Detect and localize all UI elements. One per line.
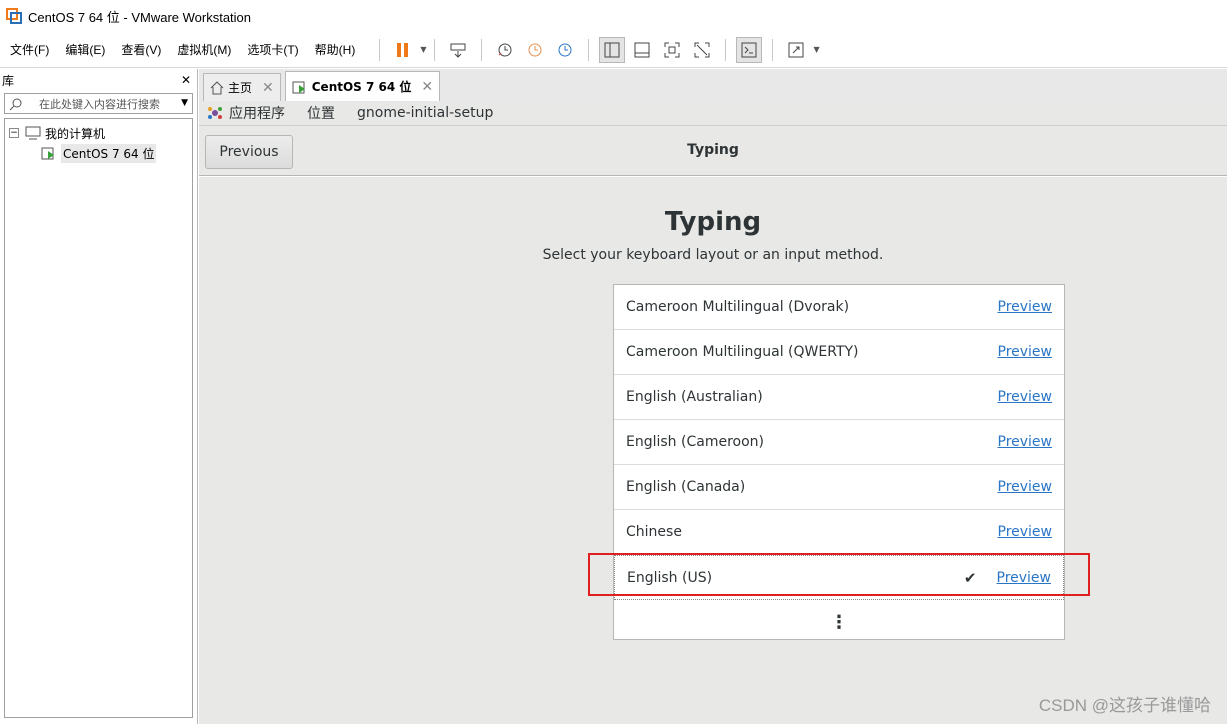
- vmware-logo-icon: [6, 8, 22, 24]
- collapse-icon[interactable]: −: [9, 128, 19, 138]
- tree-item-vm[interactable]: CentOS 7 64 位: [9, 143, 188, 163]
- close-icon[interactable]: ✕: [181, 73, 191, 87]
- setup-content: Typing Select your keyboard layout or an…: [199, 177, 1227, 724]
- tab-label: CentOS 7 64 位: [311, 80, 412, 94]
- clock-snapshot-icon: [498, 43, 512, 56]
- annotation-highlight-box: [588, 553, 1090, 596]
- library-search-placeholder: 在此处键入内容进行搜索: [39, 97, 160, 111]
- layout-row[interactable]: English (Australian) Preview: [614, 375, 1064, 420]
- library-tree: − 我的计算机 CentOS 7 64 位: [4, 118, 193, 718]
- applications-menu[interactable]: 应用程序: [229, 103, 285, 123]
- preview-link[interactable]: Preview: [998, 389, 1053, 405]
- pause-icon: [397, 42, 409, 57]
- full-screen-button[interactable]: [659, 37, 685, 63]
- preview-link[interactable]: Preview: [998, 434, 1053, 450]
- stretch-icon: [788, 42, 804, 57]
- toolbar-separator: [725, 38, 727, 61]
- preview-link[interactable]: Preview: [998, 344, 1053, 360]
- snapshot-manager-button[interactable]: [552, 37, 578, 63]
- revert-snapshot-button[interactable]: [522, 37, 548, 63]
- layout-row[interactable]: English (Canada) Preview: [614, 465, 1064, 510]
- layout-name: English (Cameroon): [626, 434, 764, 450]
- library-header: 库 ✕: [0, 69, 197, 91]
- terminal-icon: [741, 42, 757, 57]
- layout-name: Cameroon Multilingual (QWERTY): [626, 344, 859, 360]
- menu-help[interactable]: 帮助(H): [315, 41, 356, 58]
- more-layouts-button[interactable]: ⋮: [614, 600, 1064, 645]
- toolbar-separator: [772, 38, 774, 61]
- preview-link[interactable]: Preview: [998, 479, 1053, 495]
- search-icon: [9, 98, 22, 110]
- page-title: Typing: [664, 207, 762, 237]
- sidebar-layout-icon: [604, 42, 620, 57]
- library-pane: 库 ✕ 在此处键入内容进行搜索 ▼ − 我的计算机 CentOS 7 64 位: [0, 69, 198, 724]
- layout-row[interactable]: Cameroon Multilingual (Dvorak) Preview: [614, 285, 1064, 330]
- header-title: Typing: [687, 142, 739, 158]
- tab-label: 主页: [228, 81, 253, 95]
- window-titlebar: CentOS 7 64 位 - VMware Workstation: [0, 0, 1227, 32]
- page-subtitle: Select your keyboard layout or an input …: [542, 247, 884, 263]
- layout-name: Cameroon Multilingual (Dvorak): [626, 299, 850, 315]
- toolbar-separator: [434, 38, 436, 61]
- unity-icon: [694, 42, 710, 57]
- vm-running-icon: [292, 81, 305, 93]
- setup-header-bar: Previous Typing: [199, 126, 1227, 176]
- pause-button[interactable]: [390, 37, 416, 63]
- menu-edit[interactable]: 编辑(E): [65, 41, 105, 58]
- layout-name: English (Australian): [626, 389, 763, 405]
- library-search-input[interactable]: 在此处键入内容进行搜索 ▼: [4, 93, 193, 114]
- snapshot-button[interactable]: [492, 37, 518, 63]
- active-window-label[interactable]: gnome-initial-setup: [357, 105, 493, 121]
- layout-row[interactable]: Chinese Preview: [614, 510, 1064, 555]
- bottom-panel-icon: [634, 42, 650, 57]
- send-keys-button[interactable]: [445, 37, 471, 63]
- layout-name: English (Canada): [626, 479, 746, 495]
- vm-running-icon: [41, 147, 54, 160]
- tree-item-my-computer[interactable]: − 我的计算机: [9, 123, 188, 143]
- close-icon[interactable]: ✕: [262, 80, 274, 96]
- window-title: CentOS 7 64 位 - VMware Workstation: [28, 9, 252, 25]
- menu-view[interactable]: 查看(V): [121, 41, 161, 58]
- unity-button[interactable]: [689, 37, 715, 63]
- menu-tabs[interactable]: 选项卡(T): [247, 41, 298, 58]
- gnome-top-bar: 应用程序 位置 gnome-initial-setup: [199, 101, 1227, 126]
- watermark: CSDN @这孩子谁懂哈: [1038, 696, 1211, 715]
- menu-bar: 文件(F) 编辑(E) 查看(V) 虚拟机(M) 选项卡(T) 帮助(H) ▼ …: [0, 32, 1227, 68]
- toolbar-separator: [481, 38, 483, 61]
- keyboard-send-icon: [450, 43, 466, 58]
- menu-file[interactable]: 文件(F): [10, 41, 49, 58]
- preview-link[interactable]: Preview: [998, 524, 1053, 540]
- home-icon: [210, 80, 224, 94]
- chevron-down-icon[interactable]: ▼: [420, 45, 426, 54]
- layout-row[interactable]: Cameroon Multilingual (QWERTY) Preview: [614, 330, 1064, 375]
- preview-link[interactable]: Preview: [998, 299, 1053, 315]
- tab-centos[interactable]: CentOS 7 64 位 ✕: [284, 71, 441, 101]
- layout-name: Chinese: [626, 524, 682, 540]
- gnome-foot-icon: [208, 107, 222, 119]
- layout-row[interactable]: English (Cameroon) Preview: [614, 420, 1064, 465]
- console-view-button[interactable]: [736, 36, 763, 63]
- toolbar-separator: [588, 38, 590, 61]
- computer-icon: [25, 126, 41, 140]
- show-library-button[interactable]: [599, 36, 626, 63]
- tab-home[interactable]: 主页 ✕: [203, 73, 281, 101]
- chevron-down-icon[interactable]: ▼: [181, 98, 188, 108]
- thumbnail-bar-button[interactable]: [629, 37, 655, 63]
- menu-vm[interactable]: 虚拟机(M): [177, 41, 231, 58]
- places-menu[interactable]: 位置: [307, 103, 335, 123]
- tree-item-label: 我的计算机: [45, 126, 106, 141]
- chevron-down-icon[interactable]: ▼: [813, 45, 819, 54]
- stretch-button[interactable]: [783, 37, 809, 63]
- close-icon[interactable]: ✕: [421, 79, 433, 95]
- tree-item-label: CentOS 7 64 位: [61, 143, 157, 163]
- toolbar-separator: [379, 38, 381, 61]
- clock-revert-icon: [528, 43, 542, 56]
- library-title: 库: [2, 73, 15, 88]
- fullscreen-icon: [664, 42, 680, 57]
- tab-bar: 主页 ✕ CentOS 7 64 位 ✕: [199, 69, 1227, 101]
- clock-manager-icon: [558, 43, 572, 56]
